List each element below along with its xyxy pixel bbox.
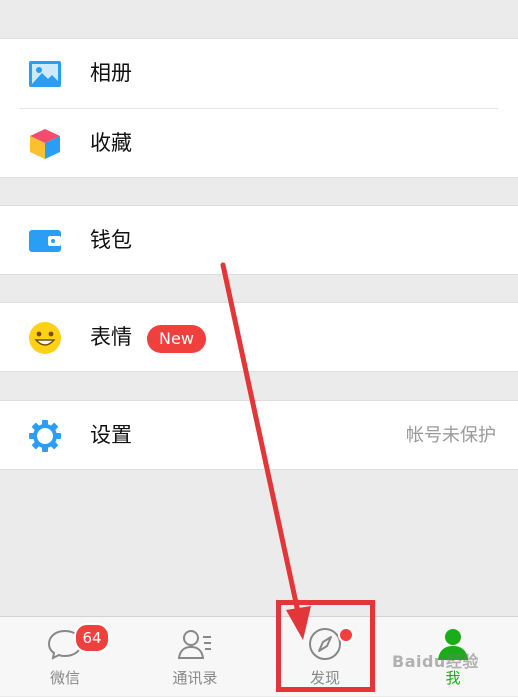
contacts-icon [177,630,211,659]
gear-icon [29,420,61,452]
tab-discover[interactable]: 发现 [260,617,390,697]
tab-chats[interactable]: 64 微信 [0,617,130,697]
album-icon [29,61,61,87]
menu-group-settings: 设置 帐号未保护 [0,400,518,470]
stickers-label: 表情 [90,325,132,349]
watermark-text: Baidu经验 [392,652,479,671]
account-status-text: 帐号未保护 [406,425,496,446]
tab-contacts[interactable]: 通讯录 [130,617,260,697]
menu-item-stickers[interactable]: 表情 New [0,303,518,372]
menu-item-settings[interactable]: 设置 帐号未保护 [0,401,518,470]
menu-group-wallet: 钱包 [0,205,518,275]
tab-contacts-label: 通讯录 [172,669,218,687]
favorites-cube-icon [30,129,60,159]
album-label: 相册 [90,61,132,85]
new-badge: New [147,325,206,353]
wallet-label: 钱包 [90,228,132,252]
menu-item-wallet[interactable]: 钱包 [0,206,518,275]
menu-item-favorites[interactable]: 收藏 [0,109,518,178]
smiley-icon [29,322,61,354]
discover-notification-dot [338,627,354,643]
tab-discover-label: 发现 [309,669,340,687]
settings-label: 设置 [90,423,132,447]
menu-group-stickers: 表情 New [0,302,518,372]
tab-chats-label: 微信 [49,669,80,687]
wallet-icon [29,230,61,252]
menu-item-album[interactable]: 相册 [0,39,518,108]
unread-count-badge: 64 [74,623,110,653]
favorites-label: 收藏 [90,131,132,155]
menu-group-album-favorites: 相册 收藏 [0,38,518,178]
